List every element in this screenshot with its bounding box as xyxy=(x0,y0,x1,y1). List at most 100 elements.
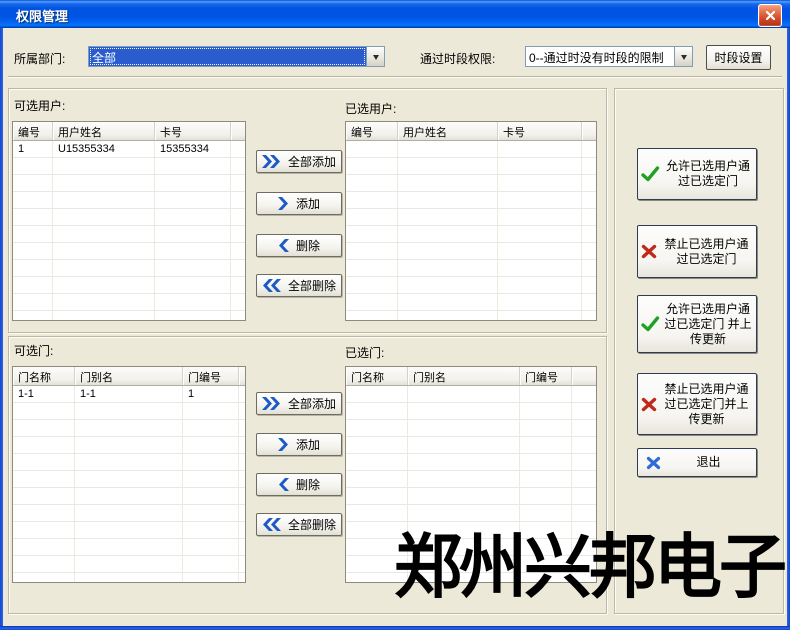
table-row-empty xyxy=(346,294,596,311)
timeperiod-select[interactable]: 0--通过时没有时段的限制 xyxy=(525,46,693,67)
table-row-empty xyxy=(13,471,245,488)
column-header[interactable] xyxy=(572,367,597,385)
table-row[interactable]: 1U1535533415355334 xyxy=(13,141,245,158)
table-row-empty xyxy=(346,175,596,192)
cell: 15355334 xyxy=(155,141,231,157)
doors-add-all-label: 全部添加 xyxy=(288,395,336,412)
column-header[interactable]: 编号 xyxy=(13,122,53,140)
doors-add-label: 添加 xyxy=(296,436,320,453)
department-dropdown-button[interactable] xyxy=(366,47,384,66)
red-x-icon xyxy=(641,397,657,412)
column-header[interactable]: 用户姓名 xyxy=(53,122,155,140)
column-header[interactable]: 编号 xyxy=(346,122,398,140)
table-row-empty xyxy=(13,505,245,522)
table-row-empty xyxy=(13,226,245,243)
users-add-button[interactable]: 添加 xyxy=(256,192,342,215)
table-row-empty xyxy=(13,437,245,454)
table-row-empty xyxy=(346,420,596,437)
table-row-empty xyxy=(346,488,596,505)
double-left-chevron-icon xyxy=(262,518,281,531)
column-header[interactable] xyxy=(582,122,597,140)
column-header[interactable]: 卡号 xyxy=(498,122,582,140)
table-row-empty xyxy=(13,175,245,192)
doors-remove-button[interactable]: 删除 xyxy=(256,473,342,496)
table-header: 门名称门别名门编号 xyxy=(13,367,245,386)
table-row-empty xyxy=(13,556,245,573)
table-row-empty xyxy=(13,192,245,209)
table-row-empty xyxy=(346,243,596,260)
right-chevron-icon xyxy=(278,197,289,210)
table-row-empty xyxy=(13,209,245,226)
timeset-button[interactable]: 时段设置 xyxy=(706,45,771,70)
allow-upload-button[interactable]: 允许已选用户通过已选定门 并上传更新 xyxy=(637,295,757,353)
column-header[interactable] xyxy=(239,367,246,385)
table-row-empty xyxy=(346,141,596,158)
table-row-empty xyxy=(346,311,596,320)
available-users-table[interactable]: 编号用户姓名卡号1U1535533415355334 xyxy=(12,121,246,321)
exit-button-label: 退出 xyxy=(664,455,753,470)
selected-users-label: 已选用户: xyxy=(345,100,396,117)
double-right-chevron-icon xyxy=(262,155,281,168)
department-select[interactable]: 全部 xyxy=(88,46,385,67)
table-row-empty xyxy=(13,277,245,294)
table-row-empty xyxy=(13,539,245,556)
deny-button[interactable]: 禁止已选用户通过已选定门 xyxy=(637,225,757,278)
table-row-empty xyxy=(346,471,596,488)
table-row-empty xyxy=(13,403,245,420)
allow-upload-button-label: 允许已选用户通过已选定门 并上传更新 xyxy=(663,302,753,347)
table-header: 编号用户姓名卡号 xyxy=(13,122,245,141)
table-row-empty xyxy=(346,277,596,294)
doors-add-all-button[interactable]: 全部添加 xyxy=(256,392,342,415)
doors-remove-all-button[interactable]: 全部删除 xyxy=(256,513,342,536)
table-row[interactable]: 1-11-11 xyxy=(13,386,245,403)
table-row-empty xyxy=(13,158,245,175)
cell: 1-1 xyxy=(75,386,183,402)
column-header[interactable]: 门编号 xyxy=(183,367,239,385)
titlebar[interactable]: 权限管理 xyxy=(0,0,790,28)
deny-button-label: 禁止已选用户通过已选定门 xyxy=(660,237,753,267)
column-header[interactable]: 门编号 xyxy=(520,367,572,385)
table-row-empty xyxy=(13,573,245,582)
column-header[interactable]: 门名称 xyxy=(13,367,75,385)
table-row-empty xyxy=(346,209,596,226)
table-header: 门名称门别名门编号 xyxy=(346,367,596,386)
timeperiod-label: 通过时段权限: xyxy=(420,50,495,67)
column-header[interactable] xyxy=(231,122,246,140)
check-icon xyxy=(641,166,660,182)
timeset-button-label: 时段设置 xyxy=(714,49,762,66)
available-doors-table[interactable]: 门名称门别名门编号1-11-11 xyxy=(12,366,246,583)
check-icon xyxy=(641,316,660,332)
deny-upload-button[interactable]: 禁止已选用户通过已选定门并上传更新 xyxy=(637,373,757,435)
allow-button[interactable]: 允许已选用户通过已选定门 xyxy=(637,148,757,200)
close-button[interactable] xyxy=(758,4,782,27)
cell: 1-1 xyxy=(13,386,75,402)
table-row-empty xyxy=(13,243,245,260)
table-header: 编号用户姓名卡号 xyxy=(346,122,596,141)
available-users-label: 可选用户: xyxy=(14,97,65,114)
selected-users-table[interactable]: 编号用户姓名卡号 xyxy=(345,121,597,321)
timeperiod-dropdown-button[interactable] xyxy=(674,47,692,66)
department-label: 所属部门: xyxy=(14,50,65,67)
table-body: 1U1535533415355334 xyxy=(13,141,245,320)
users-remove-all-button[interactable]: 全部删除 xyxy=(256,274,342,297)
users-remove-label: 删除 xyxy=(296,237,320,254)
cell xyxy=(239,386,245,402)
column-header[interactable]: 用户姓名 xyxy=(398,122,498,140)
chevron-down-icon xyxy=(373,55,379,63)
users-remove-button[interactable]: 删除 xyxy=(256,234,342,257)
table-row-empty xyxy=(346,437,596,454)
table-row-empty xyxy=(346,386,596,403)
table-row-empty xyxy=(346,226,596,243)
column-header[interactable]: 门别名 xyxy=(408,367,520,385)
table-row-empty xyxy=(346,158,596,175)
users-add-all-button[interactable]: 全部添加 xyxy=(256,150,342,173)
column-header[interactable]: 门别名 xyxy=(75,367,183,385)
close-icon xyxy=(765,10,776,21)
vendor-watermark: 郑州兴邦电子 xyxy=(394,522,784,613)
permission-management-window: 权限管理 所属部门: 全部 通过时段权限: 0--通过时没有时段的限制 时段设置… xyxy=(0,0,790,630)
column-header[interactable]: 卡号 xyxy=(155,122,231,140)
exit-button[interactable]: 退出 xyxy=(637,448,757,477)
column-header[interactable]: 门名称 xyxy=(346,367,408,385)
doors-add-button[interactable]: 添加 xyxy=(256,433,342,456)
red-x-icon xyxy=(641,244,657,259)
